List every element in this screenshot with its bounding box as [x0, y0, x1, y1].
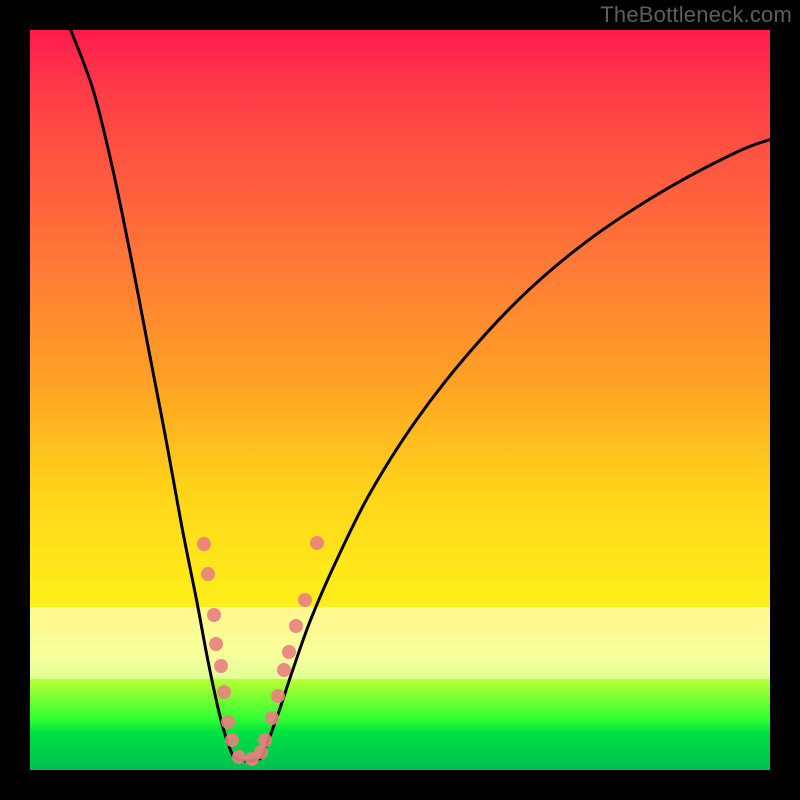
data-marker: [214, 659, 228, 673]
data-marker: [225, 733, 239, 747]
data-marker: [271, 689, 285, 703]
data-marker: [201, 567, 215, 581]
data-marker: [197, 537, 211, 551]
data-marker: [258, 733, 272, 747]
curve-path: [71, 30, 770, 761]
data-marker: [277, 663, 291, 677]
data-marker: [232, 750, 246, 764]
data-marker: [265, 711, 279, 725]
data-marker: [217, 685, 231, 699]
outer-frame: TheBottleneck.com: [0, 0, 800, 800]
data-marker: [298, 593, 312, 607]
data-marker: [289, 619, 303, 633]
data-marker: [207, 608, 221, 622]
plot-area: [30, 30, 770, 770]
data-marker: [209, 637, 223, 651]
data-marker: [282, 645, 296, 659]
data-marker: [221, 715, 235, 729]
bottleneck-curve: [30, 30, 770, 770]
data-marker: [310, 536, 324, 550]
watermark-text: TheBottleneck.com: [600, 2, 792, 28]
